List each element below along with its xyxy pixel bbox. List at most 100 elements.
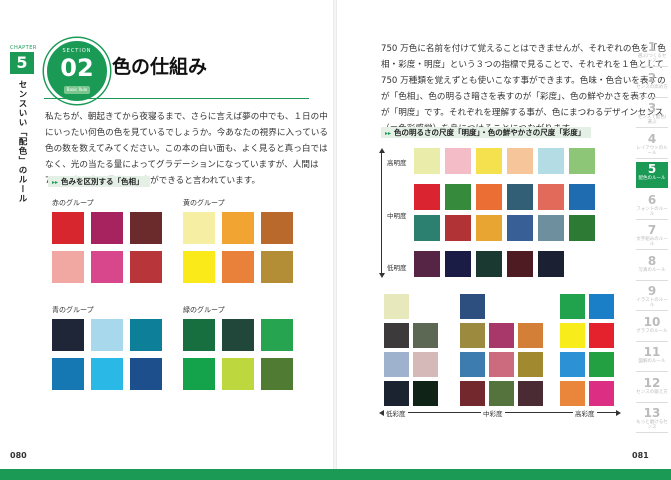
chroma-swatch — [413, 381, 438, 406]
color-swatch — [130, 212, 162, 244]
brightness-swatch — [414, 215, 440, 241]
chroma-swatch — [589, 323, 614, 348]
brightness-axis — [381, 152, 382, 275]
side-tab-label: レイアウトのルール — [636, 145, 668, 156]
side-tab-chapter-1[interactable]: 1 選ぶ/つくるセンス — [636, 40, 668, 67]
color-swatch — [222, 319, 254, 351]
side-tab-chapter-5[interactable]: 5 配色のルール — [636, 162, 668, 188]
side-tab-number: 11 — [643, 345, 661, 359]
chapter-label: CHAPTER — [10, 45, 37, 51]
chroma-swatch — [384, 381, 409, 406]
label-mid-chroma: 中彩度 — [481, 408, 505, 418]
brightness-swatch — [569, 184, 595, 210]
group-label: 緑のグループ — [183, 306, 225, 314]
group-label: 赤のグループ — [52, 199, 94, 207]
brightness-swatch — [507, 215, 533, 241]
brightness-swatch — [538, 215, 564, 241]
color-swatch — [261, 319, 293, 351]
brightness-swatch — [538, 148, 564, 174]
color-swatch — [52, 251, 84, 283]
chroma-swatch — [489, 323, 514, 348]
side-tab-chapter-9[interactable]: 9 イラストのルール — [636, 284, 668, 311]
brightness-swatch — [476, 215, 502, 241]
text-line: 相・彩度・明度」という３つの指標で見ることで、それぞれを１色として — [381, 60, 664, 70]
chroma-swatch — [560, 352, 585, 377]
label-high-brightness: 高明度 — [387, 157, 407, 167]
chroma-swatch — [489, 381, 514, 406]
hue-subhead-text: 色みを区別する「色相」 — [61, 177, 144, 186]
group-label: 黄のグループ — [183, 199, 225, 207]
color-swatch — [222, 212, 254, 244]
side-tab-number: 4 — [647, 131, 657, 146]
chroma-swatch — [413, 323, 438, 348]
brightness-swatch — [507, 184, 533, 210]
side-tab-label: フォントのルール — [636, 206, 668, 217]
arrow-right-icon — [616, 410, 621, 416]
section-badge: SECTION 02 Basic Rule — [44, 38, 110, 104]
color-swatch — [183, 358, 215, 390]
side-tab-number: 10 — [643, 314, 661, 329]
page-number-right: 081 — [632, 451, 649, 460]
brightness-swatch — [569, 215, 595, 241]
arrow-down-icon — [379, 273, 385, 278]
brightness-swatch — [414, 148, 440, 174]
side-tab-chapter-2[interactable]: 2 センスの高め方 — [636, 71, 668, 98]
chapter-number: 5 — [10, 52, 34, 74]
color-swatch — [52, 212, 84, 244]
side-tab-chapter-13[interactable]: 13 もっと磨けるセンス — [636, 406, 668, 433]
label-low-brightness: 低明度 — [387, 262, 407, 272]
brightness-swatch — [569, 148, 595, 174]
chroma-swatch — [560, 294, 585, 319]
side-tab-chapter-8[interactable]: 8 写真のルール — [636, 254, 668, 281]
side-tab-label: センスで配色/選ぶ — [637, 115, 667, 125]
color-swatch — [130, 251, 162, 283]
chroma-swatch — [560, 381, 585, 406]
side-tab-number: 1 — [647, 40, 657, 54]
chroma-swatch — [384, 352, 409, 377]
side-tab-label: もっと磨けるセンス — [636, 420, 668, 430]
arrow-icon: ▸▸ — [52, 179, 59, 186]
color-swatch — [183, 319, 215, 351]
title-divider — [44, 98, 309, 99]
hue-subhead: ▸▸ 色みを区別する「色相」 — [48, 176, 150, 187]
side-tab-number: 3 — [647, 101, 657, 115]
section-sub: Basic Rule — [64, 86, 90, 94]
brightness-swatch — [507, 148, 533, 174]
text-line: にいったい何色の色を見ているでしょうか。今あなたの視界に入っている — [45, 128, 328, 138]
color-swatch — [261, 358, 293, 390]
color-swatch — [222, 251, 254, 283]
side-tab-chapter-7[interactable]: 7 文字組みのルール — [636, 223, 668, 250]
right-body-text: 750 万色に名前を付けて覚えることはできませんが、それぞれの色を「色 相・彩度・… — [381, 41, 666, 137]
chroma-swatch — [460, 294, 485, 319]
side-tab-label: センスの高め方 — [636, 84, 668, 90]
side-tab-chapter-10[interactable]: 10 グラフのルール — [636, 315, 668, 342]
brightness-swatch — [414, 184, 440, 210]
side-tab-number: 12 — [643, 375, 661, 390]
chroma-swatch — [589, 352, 614, 377]
text-line: 750 万色に名前を付けて覚えることはできませんが、それぞれの色を「色 — [381, 44, 666, 54]
color-swatch — [261, 212, 293, 244]
side-tab-number: 7 — [647, 223, 657, 237]
brightness-swatch — [445, 215, 471, 241]
brightness-swatch — [445, 148, 471, 174]
chapter-title: センスいい「配色」のルール — [17, 80, 27, 204]
color-swatch — [261, 251, 293, 283]
side-tab-chapter-6[interactable]: 6 フォントのルール — [636, 193, 668, 220]
chroma-swatch — [460, 323, 485, 348]
side-tab-chapter-3[interactable]: 3 センスで配色/選ぶ — [636, 101, 668, 128]
side-tab-chapter-4[interactable]: 4 レイアウトのルール — [636, 132, 668, 159]
book-gutter — [333, 0, 337, 480]
chroma-swatch — [460, 381, 485, 406]
brightness-swatch — [476, 148, 502, 174]
side-tab-chapter-11[interactable]: 11 図解のルール — [636, 345, 668, 372]
page-number-left: 080 — [10, 451, 27, 460]
brightness-subhead: ▸▸ 色の明るさの尺度「明度」・色の鮮やかさの尺度「彩度」 — [381, 127, 592, 138]
side-tab-number: 9 — [647, 284, 657, 298]
chroma-swatch — [489, 352, 514, 377]
color-swatch — [91, 251, 123, 283]
side-tab-label: イラストのルール — [636, 298, 668, 308]
brightness-swatch — [414, 251, 440, 277]
label-low-chroma: 低彩度 — [384, 408, 408, 418]
side-tab-label: 配色のルール — [638, 176, 666, 181]
side-tab-chapter-12[interactable]: 12 センスの鍛え方 — [636, 376, 668, 403]
